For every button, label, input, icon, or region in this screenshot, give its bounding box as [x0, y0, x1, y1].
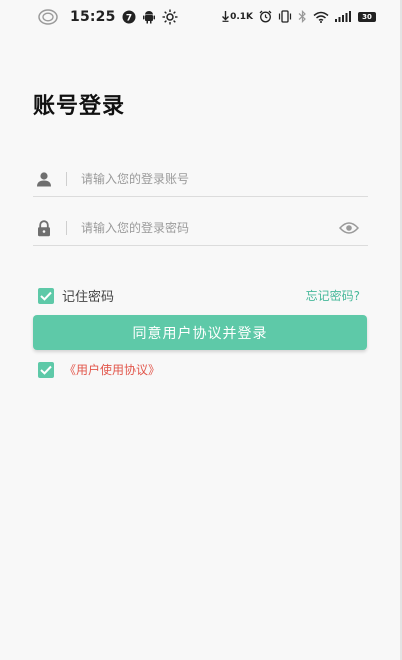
remember-password-row[interactable]: 记住密码	[38, 286, 114, 305]
vibrate-icon	[278, 10, 292, 23]
account-field	[33, 162, 368, 197]
field-divider	[66, 172, 67, 186]
remember-label: 记住密码	[62, 290, 115, 305]
eye-icon[interactable]	[338, 219, 360, 237]
page-title: 账号登录	[33, 94, 126, 119]
sun-icon	[162, 9, 178, 25]
status-bar-right: 0.1K 30	[222, 10, 376, 23]
forgot-password-link[interactable]: 忘记密码?	[306, 287, 360, 304]
status-bar-left: 15:25 7	[38, 9, 178, 25]
check-icon	[40, 365, 52, 375]
notification-badge-count: 7	[125, 13, 131, 23]
battery-level: 30	[362, 12, 372, 21]
field-divider	[66, 221, 67, 235]
user-agreement-link[interactable]: 《用户使用协议》	[64, 361, 160, 378]
notification-badge-icon: 7	[122, 10, 136, 24]
login-screen: 15:25 7 0.1K 30 账号登录 请输入您的登录账号 记住密码 忘记密码…	[0, 0, 402, 660]
status-bar: 15:25 7 0.1K 30	[0, 0, 402, 34]
agreement-checkbox[interactable]	[38, 361, 54, 378]
check-icon	[40, 291, 52, 301]
bluetooth-icon	[298, 10, 307, 23]
password-input[interactable]	[81, 221, 338, 235]
signal-icon	[335, 11, 352, 22]
download-arrow-icon	[222, 11, 230, 22]
login-button[interactable]: 同意用户协议并登录	[33, 315, 367, 350]
wifi-icon	[313, 11, 329, 23]
account-input[interactable]	[81, 172, 368, 186]
agreement-row: 《用户使用协议》	[38, 361, 160, 378]
alarm-icon	[259, 10, 272, 23]
circle-icon	[38, 9, 58, 25]
password-field	[33, 211, 368, 246]
android-icon	[142, 10, 156, 24]
net-speed: 0.1K	[230, 11, 253, 22]
remember-checkbox[interactable]	[38, 287, 54, 304]
lock-icon	[35, 219, 53, 237]
user-icon	[35, 170, 53, 188]
status-time: 15:25	[70, 9, 116, 25]
battery-icon: 30	[358, 11, 376, 22]
